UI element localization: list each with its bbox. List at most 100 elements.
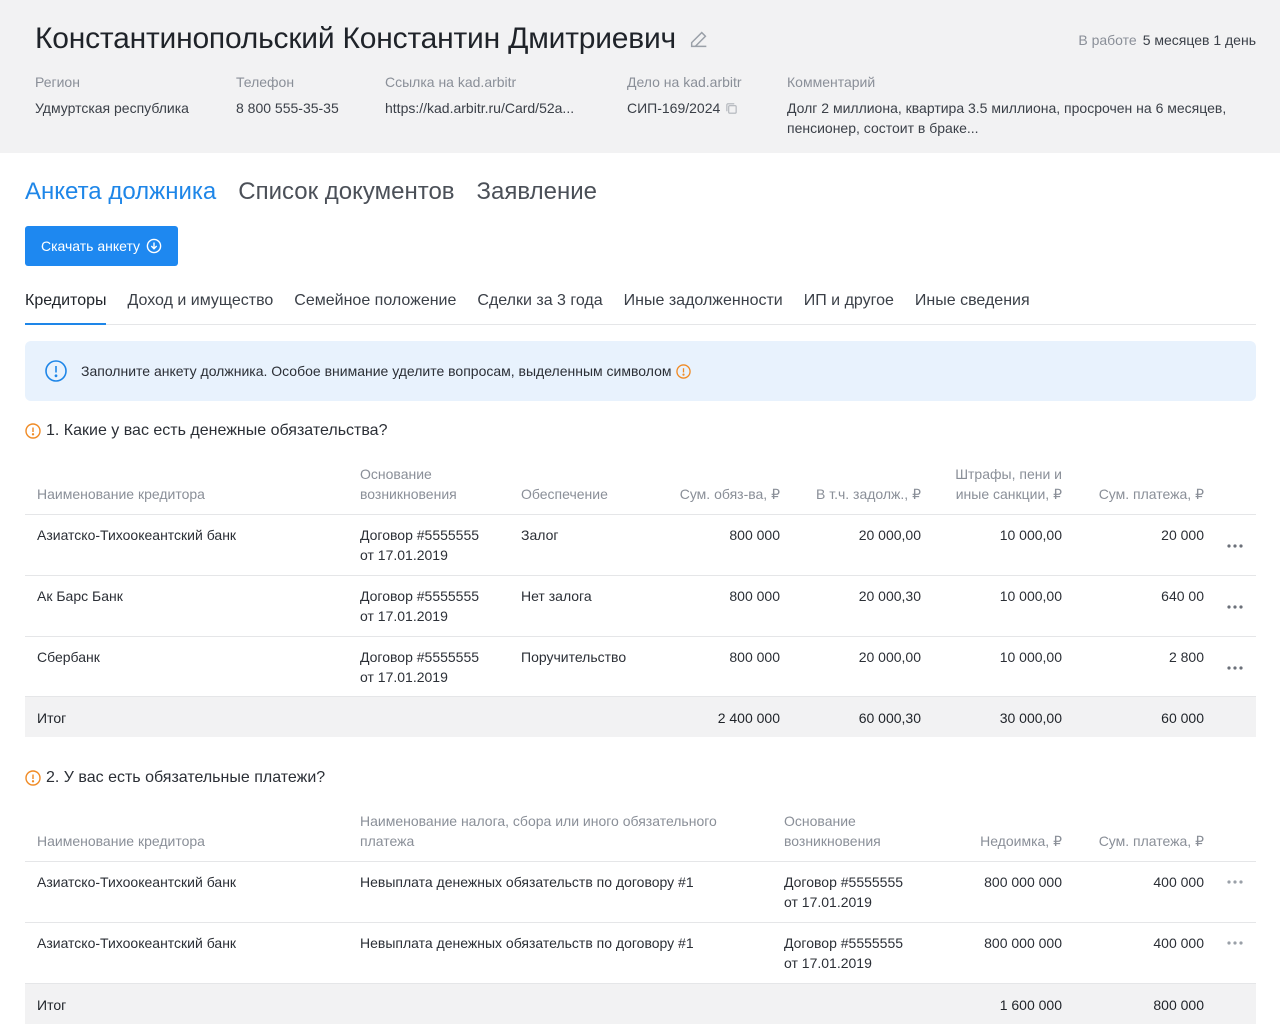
more-options-icon[interactable] bbox=[1226, 604, 1244, 610]
case-value-row: СИП-169/2024 bbox=[627, 98, 742, 118]
basis-line: Договор #5555555 bbox=[360, 588, 480, 604]
tab-deals[interactable]: Сделки за 3 года bbox=[477, 292, 602, 325]
fines-cell: 10 000,00 bbox=[999, 588, 1062, 604]
sum-cell: 800 000 bbox=[729, 588, 780, 604]
tab-debtor-form[interactable]: Анкета должника bbox=[25, 178, 216, 206]
warning-icon bbox=[675, 363, 691, 379]
basis-line: Договор #5555555 bbox=[360, 649, 480, 665]
total-payment: 800 000 bbox=[1153, 997, 1204, 1013]
total-label: Итог bbox=[37, 997, 67, 1013]
form-section-tabs: Кредиторы Доход и имущество Семейное пол… bbox=[25, 292, 1256, 325]
col-payment: Сум. платежа, ₽ bbox=[1098, 833, 1204, 849]
comment-line: Долг 2 миллиона, квартира 3.5 миллиона, … bbox=[787, 100, 1227, 116]
basis-line: от 17.01.2019 bbox=[360, 608, 448, 624]
more-options-icon[interactable] bbox=[1226, 879, 1244, 885]
main-tabs: Анкета должника Список документов Заявле… bbox=[25, 178, 597, 206]
basis-line: Договор #5555555 bbox=[784, 935, 904, 951]
debt-cell: 20 000,00 bbox=[858, 527, 921, 543]
arrears-cell: 800 000 000 bbox=[984, 935, 1062, 951]
sum-cell: 800 000 bbox=[729, 527, 780, 543]
info-notice: Заполните анкету должника. Особое вниман… bbox=[25, 341, 1256, 401]
creditor-name: Ак Барс Банк bbox=[37, 588, 123, 604]
creditor-name: Азиатско-Тихоокеантский банк bbox=[37, 935, 237, 951]
comment-block: Комментарий Долг 2 миллиона, квартира 3.… bbox=[787, 74, 1226, 138]
more-options-icon[interactable] bbox=[1226, 940, 1244, 946]
tab-documents[interactable]: Список документов bbox=[238, 178, 454, 206]
question-1-text: 1. Какие у вас есть денежные обязательст… bbox=[46, 422, 388, 439]
basis-line: от 17.01.2019 bbox=[784, 894, 872, 910]
col-basis-line: Основание bbox=[360, 466, 432, 482]
question-1-title: 1. Какие у вас есть денежные обязательст… bbox=[25, 422, 387, 440]
payment-cell: 400 000 bbox=[1153, 874, 1204, 890]
warning-icon bbox=[25, 770, 41, 786]
total-label: Итог bbox=[37, 710, 67, 726]
col-basis: Основание возникновения bbox=[784, 811, 881, 851]
col-debt: В т.ч. задолж., ₽ bbox=[815, 486, 921, 502]
status-duration: 5 месяцев 1 день bbox=[1142, 32, 1256, 48]
comment-line: пенсионер, состоит в браке... bbox=[787, 120, 979, 136]
col-basis-line: возникновения bbox=[360, 486, 457, 502]
download-form-button[interactable]: Скачать анкету bbox=[25, 226, 178, 266]
status-label: В работе bbox=[1078, 32, 1137, 48]
total-sum: 2 400 000 bbox=[717, 710, 780, 726]
basis-line: от 17.01.2019 bbox=[360, 669, 448, 685]
col-creditor: Наименование кредитора bbox=[37, 833, 205, 849]
payment-cell: 20 000 bbox=[1161, 527, 1204, 543]
col-tax-name: Наименование налога, сбора или иного обя… bbox=[360, 811, 717, 851]
comment-label: Комментарий bbox=[787, 74, 876, 90]
basis-cell: Договор #5555555 от 17.01.2019 bbox=[784, 933, 903, 973]
tab-family[interactable]: Семейное положение bbox=[294, 292, 456, 325]
basis-line: от 17.01.2019 bbox=[360, 547, 448, 563]
payment-cell: 400 000 bbox=[1153, 935, 1204, 951]
total-debt: 60 000,30 bbox=[858, 710, 921, 726]
tab-other-info[interactable]: Иные сведения bbox=[915, 292, 1030, 325]
col-payment: Сум. платежа, ₽ bbox=[1098, 486, 1204, 502]
basis-line: Договор #5555555 bbox=[360, 527, 480, 543]
tax-name-cell: Невыплата денежных обязательств по догов… bbox=[360, 935, 694, 951]
col-creditor: Наименование кредитора bbox=[37, 486, 205, 502]
payment-cell: 2 800 bbox=[1168, 649, 1204, 665]
table-total-row: Итог 2 400 000 60 000,30 30 000,00 60 00… bbox=[25, 696, 1256, 737]
creditor-name: Азиатско-Тихоокеантский банк bbox=[37, 527, 237, 543]
download-button-label: Скачать анкету bbox=[40, 238, 141, 254]
fines-cell: 10 000,00 bbox=[999, 527, 1062, 543]
link-block: Ссылка на kad.arbitr https://kad.arbitr.… bbox=[385, 74, 574, 118]
phone-label: Телефон bbox=[236, 74, 295, 90]
copy-icon[interactable] bbox=[725, 102, 738, 115]
kad-link[interactable]: https://kad.arbitr.ru/Card/52a... bbox=[385, 98, 574, 118]
more-options-icon[interactable] bbox=[1226, 665, 1244, 671]
tab-ip-other[interactable]: ИП и другое bbox=[804, 292, 894, 325]
fines-cell: 10 000,00 bbox=[999, 649, 1062, 665]
client-header: Константинопольский Константин Дмитриеви… bbox=[0, 0, 1280, 153]
basis-cell: Договор #5555555 от 17.01.2019 bbox=[360, 647, 479, 687]
region-value: Удмуртская республика bbox=[35, 100, 189, 116]
notice-text: Заполните анкету должника. Особое вниман… bbox=[81, 363, 672, 379]
table-total-row: Итог 1 600 000 800 000 bbox=[25, 983, 1256, 1024]
more-options-icon[interactable] bbox=[1226, 543, 1244, 549]
col-fines-line: Штрафы, пени и bbox=[955, 466, 1062, 482]
obligations-table: Наименование кредитора Основание возникн… bbox=[25, 464, 1256, 737]
col-arrears: Недоимка, ₽ bbox=[980, 833, 1062, 849]
debt-cell: 20 000,30 bbox=[858, 588, 921, 604]
question-2-title: 2. У вас есть обязательные платежи? bbox=[25, 769, 325, 787]
tab-creditors[interactable]: Кредиторы bbox=[25, 292, 107, 325]
col-basis-line: Основание bbox=[784, 813, 856, 829]
table-row: Азиатско-Тихоокеантский банк Договор #55… bbox=[25, 514, 1256, 575]
basis-line: Договор #5555555 bbox=[784, 874, 904, 890]
tab-application[interactable]: Заявление bbox=[477, 178, 597, 206]
case-block: Дело на kad.arbitr СИП-169/2024 bbox=[627, 74, 742, 118]
case-label: Дело на kad.arbitr bbox=[627, 74, 742, 90]
col-basis: Основание возникновения bbox=[360, 464, 457, 504]
col-sum: Сум. обяз-ва, ₽ bbox=[679, 486, 780, 502]
security-cell: Нет залога bbox=[521, 588, 592, 604]
phone-value: 8 800 555-35-35 bbox=[236, 100, 339, 116]
col-fines: Штрафы, пени и иные санкции, ₽ bbox=[955, 464, 1062, 504]
edit-icon[interactable] bbox=[688, 28, 710, 50]
tab-other-debts[interactable]: Иные задолженности bbox=[624, 292, 783, 325]
table-row: Ак Барс Банк Договор #5555555 от 17.01.20… bbox=[25, 575, 1256, 636]
table-row: Азиатско-Тихоокеантский банк Невыплата д… bbox=[25, 922, 1256, 983]
col-tax-line: платежа bbox=[360, 833, 415, 849]
table-row: Азиатско-Тихоокеантский банк Невыплата д… bbox=[25, 861, 1256, 922]
tab-income-property[interactable]: Доход и имущество bbox=[127, 292, 273, 325]
total-fines: 30 000,00 bbox=[999, 710, 1062, 726]
